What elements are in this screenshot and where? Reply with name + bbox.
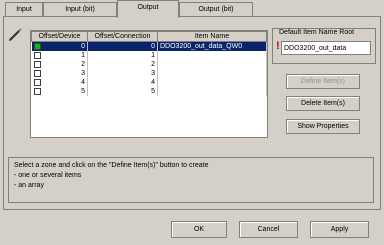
cell-item-name[interactable] (157, 51, 267, 60)
tab-input[interactable]: Input (5, 2, 43, 17)
cell-offset-connection[interactable]: 1 (87, 51, 158, 60)
table-row[interactable]: 44 (31, 78, 267, 87)
tab-bar: Input Input (bit) Output Output (bit) (0, 0, 384, 18)
show-properties-button[interactable]: Show Properties (286, 119, 360, 134)
row-checkbox[interactable] (33, 61, 41, 68)
header-offset-connection[interactable]: Offset/Connection (87, 31, 158, 42)
default-item-name-input[interactable] (281, 41, 371, 55)
offset-device-value: 5 (81, 88, 85, 95)
table-row[interactable]: 11 (31, 51, 267, 60)
pencil-icon[interactable] (8, 28, 22, 42)
row-checkbox[interactable] (33, 88, 41, 95)
table-row[interactable]: 22 (31, 60, 267, 69)
ok-button[interactable]: OK (171, 221, 227, 238)
row-checkbox[interactable] (33, 43, 41, 50)
cell-offset-device[interactable]: 0 (31, 41, 88, 51)
cell-item-name[interactable]: DDO3200_out_data_QW0 (157, 41, 267, 51)
cell-item-name[interactable] (157, 69, 267, 78)
cell-offset-connection[interactable]: 2 (87, 60, 158, 69)
items-table: Offset/Device Offset/Connection Item Nam… (30, 30, 268, 138)
help-box: Select a zone and click on the "Define I… (8, 157, 374, 203)
offset-device-value: 3 (81, 70, 85, 77)
offset-device-value: 2 (81, 61, 85, 68)
table-row[interactable]: 0 0 DDO3200_out_data_QW0 (31, 41, 267, 51)
tab-input-bit[interactable]: Input (bit) (43, 2, 117, 17)
delete-items-button[interactable]: Delete Item(s) (286, 96, 360, 111)
offset-device-value: 1 (81, 52, 85, 59)
cell-offset-device[interactable]: 4 (31, 78, 88, 87)
header-offset-device[interactable]: Offset/Device (31, 31, 88, 42)
offset-device-value: 4 (81, 79, 85, 86)
cell-offset-connection[interactable]: 0 (87, 41, 158, 51)
table-row[interactable]: 55 (31, 87, 267, 96)
row-checkbox[interactable] (33, 70, 41, 77)
help-line: - an array (14, 182, 44, 189)
cell-offset-device[interactable]: 2 (31, 60, 88, 69)
cell-offset-device[interactable]: 3 (31, 69, 88, 78)
define-items-button[interactable]: Define Item(s) (286, 74, 360, 89)
default-item-title: Default Item Name Root (279, 29, 355, 36)
cell-offset-connection[interactable]: 3 (87, 69, 158, 78)
cell-offset-connection[interactable]: 5 (87, 87, 158, 96)
dialog-buttons: OK Cancel Apply (0, 213, 384, 245)
tab-output-bit[interactable]: Output (bit) (179, 2, 253, 17)
table-header: Offset/Device Offset/Connection Item Nam… (31, 31, 267, 42)
cell-offset-device[interactable]: 5 (31, 87, 88, 96)
row-checkbox[interactable] (33, 52, 41, 59)
help-line: - one or several items (14, 172, 82, 179)
cell-item-name[interactable] (157, 78, 267, 87)
cancel-button[interactable]: Cancel (239, 221, 298, 238)
cell-item-name[interactable] (157, 87, 267, 96)
header-item-name[interactable]: Item Name (157, 31, 267, 42)
apply-button[interactable]: Apply (310, 221, 369, 238)
table-row[interactable]: 33 (31, 69, 267, 78)
cell-offset-connection[interactable]: 4 (87, 78, 158, 87)
help-line: Select a zone and click on the "Define I… (14, 162, 209, 169)
cell-offset-device[interactable]: 1 (31, 51, 88, 60)
warning-icon: ! (276, 40, 280, 52)
offset-device-value: 0 (81, 43, 85, 50)
cell-item-name[interactable] (157, 60, 267, 69)
tab-output[interactable]: Output (117, 0, 179, 18)
row-checkbox[interactable] (33, 79, 41, 86)
